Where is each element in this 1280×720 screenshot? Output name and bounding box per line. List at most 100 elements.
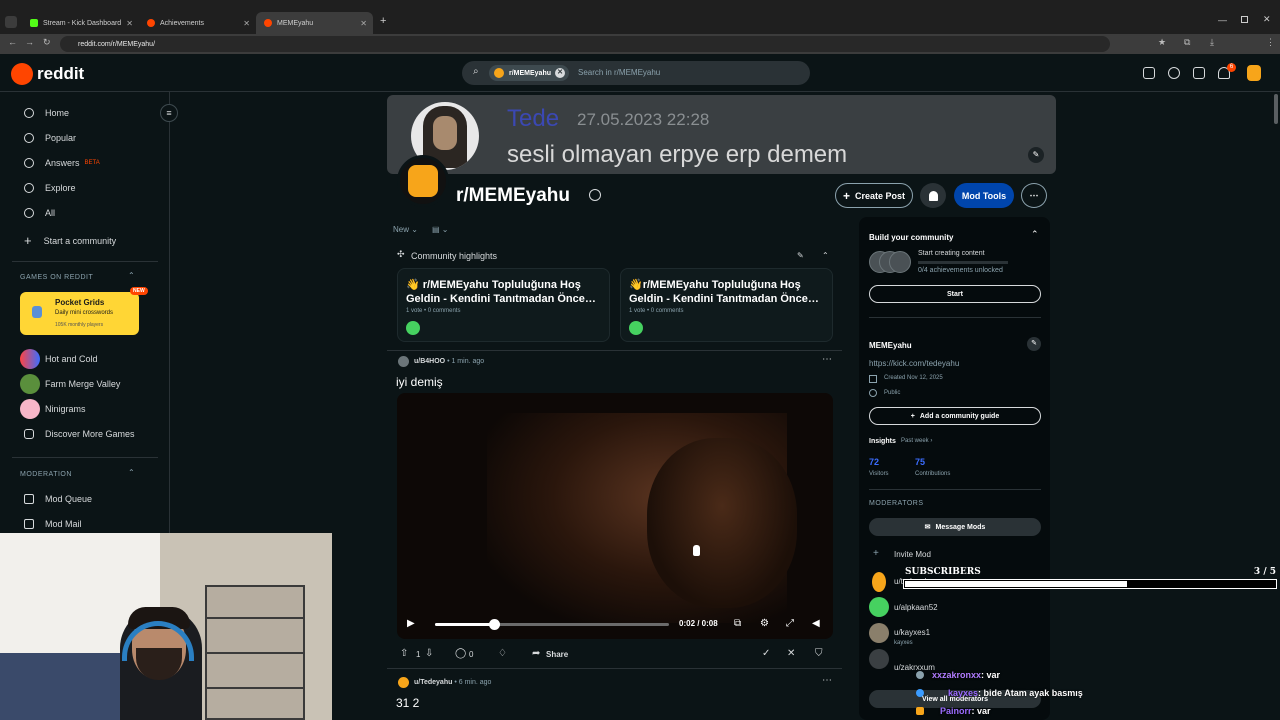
- chevron-up-icon[interactable]: ⌃: [128, 271, 135, 280]
- url-field[interactable]: reddit.com/r/MEMEyahu/: [60, 36, 1110, 52]
- sidebar-mod-mail[interactable]: Mod Mail: [24, 519, 82, 529]
- fullscreen-icon[interactable]: ⤢: [786, 618, 794, 629]
- edit-icon[interactable]: [589, 189, 601, 201]
- about-link[interactable]: https://kick.com/tedeyahu: [869, 359, 959, 368]
- insights-range[interactable]: Past week ›: [901, 438, 932, 444]
- close-window-icon[interactable]: ✕: [1263, 14, 1271, 25]
- sidebar-item-explore[interactable]: Explore: [24, 183, 76, 193]
- new-tab-icon[interactable]: +: [380, 15, 386, 27]
- clear-chip-icon[interactable]: ✕: [555, 68, 566, 78]
- post-author[interactable]: u/B4HOO: [414, 358, 445, 365]
- tab-list-button[interactable]: [5, 16, 17, 28]
- sidebar-item-label: Hot and Cold: [45, 354, 98, 364]
- invite-mod-link[interactable]: Invite Mod: [894, 550, 931, 559]
- post-options-icon[interactable]: ⋯: [822, 354, 832, 365]
- message-mods-button[interactable]: ✉ Message Mods: [869, 518, 1041, 536]
- tab-achievements[interactable]: Achievements ✕: [139, 12, 256, 34]
- captions-icon[interactable]: ⧉: [734, 618, 741, 629]
- moderator-name[interactable]: u/alpkaan52: [894, 603, 938, 612]
- home-icon: [24, 108, 34, 118]
- chat-icon[interactable]: [1168, 67, 1180, 79]
- sidebar-item-popular[interactable]: Popular: [24, 133, 76, 143]
- plus-icon: +: [24, 233, 32, 248]
- games-section-heading[interactable]: GAMES ON REDDIT: [20, 274, 93, 281]
- sort-dropdown[interactable]: New ⌄: [393, 225, 418, 234]
- highlight-card[interactable]: 👋r/MEMEyahu Topluluğuna Hoş Geldin - Ken…: [620, 268, 833, 342]
- visitors-count: 72: [869, 457, 880, 467]
- post-author[interactable]: u/Tedeyahu: [414, 679, 452, 686]
- subreddit-search-chip[interactable]: r/MEMEyahu ✕: [489, 65, 570, 81]
- start-button[interactable]: Start: [869, 285, 1041, 303]
- minimize-icon[interactable]: —: [1218, 15, 1227, 25]
- reddit-logo-icon[interactable]: [11, 63, 33, 85]
- address-bar-row: ← → ↻ reddit.com/r/MEMEyahu/ ★ ⧉ ⤓ ⋮: [0, 34, 1280, 54]
- download-icon[interactable]: ⤓: [1210, 37, 1214, 48]
- menu-icon[interactable]: ⋮: [1266, 37, 1275, 48]
- back-icon[interactable]: ←: [8, 37, 17, 47]
- edit-banner-icon[interactable]: ✎: [1028, 147, 1044, 163]
- view-dropdown[interactable]: ▤ ⌄: [432, 225, 448, 234]
- add-guide-button[interactable]: + Add a community guide: [869, 407, 1041, 425]
- video-seek-bar[interactable]: [435, 619, 669, 630]
- sidebar-mod-queue[interactable]: Mod Queue: [24, 494, 92, 504]
- chevron-up-icon[interactable]: ⌃: [1031, 229, 1039, 240]
- maximize-icon[interactable]: [1241, 16, 1248, 23]
- more-options-button[interactable]: ⋯: [1021, 183, 1047, 208]
- sidebar-game-farm-merge-valley[interactable]: Farm Merge Valley: [45, 379, 120, 389]
- extensions-icon[interactable]: ⧉: [1184, 37, 1190, 48]
- search-input[interactable]: ⌕ r/MEMEyahu ✕ Search in r/MEMEyahu: [462, 61, 810, 85]
- share-label[interactable]: Share: [546, 650, 568, 659]
- reddit-wordmark[interactable]: reddit: [37, 64, 84, 84]
- sidebar-game-hot-and-cold[interactable]: Hot and Cold: [45, 354, 98, 364]
- edit-about-icon[interactable]: ✎: [1027, 337, 1041, 351]
- close-tab-icon[interactable]: ✕: [243, 19, 250, 28]
- user-avatar[interactable]: [1247, 65, 1261, 81]
- reload-icon[interactable]: ↻: [43, 37, 51, 48]
- volume-icon[interactable]: ◀: [812, 618, 820, 629]
- collapse-sidebar-button[interactable]: ≡: [160, 104, 178, 122]
- chevron-up-icon[interactable]: ⌃: [128, 468, 135, 477]
- create-post-button[interactable]: + Create Post: [835, 183, 913, 208]
- tab-kick-dashboard[interactable]: Stream - Kick Dashboard ✕: [22, 12, 139, 34]
- highlight-card[interactable]: 👋 r/MEMEyahu Topluluğuna Hoş Geldin - Ke…: [397, 268, 610, 342]
- sidebar-item-all[interactable]: All: [24, 208, 55, 218]
- post-title[interactable]: iyi demiş: [396, 375, 443, 389]
- close-tab-icon[interactable]: ✕: [126, 19, 133, 28]
- share-icon[interactable]: ➦: [532, 648, 540, 659]
- video-seek-handle[interactable]: [488, 619, 500, 630]
- edit-highlights-icon[interactable]: ✎: [797, 251, 804, 260]
- advertise-icon[interactable]: [1143, 67, 1155, 79]
- scrollbar-thumb[interactable]: [1274, 94, 1278, 124]
- page-scrollbar[interactable]: [1272, 92, 1280, 720]
- award-icon[interactable]: ♢: [498, 648, 507, 659]
- moderator-name[interactable]: u/kayxes1: [894, 628, 930, 637]
- sidebar-game-ninigrams[interactable]: Ninigrams: [45, 404, 86, 414]
- sidebar-item-home[interactable]: Home: [24, 108, 69, 118]
- subreddit-avatar[interactable]: [397, 155, 449, 207]
- forward-icon[interactable]: →: [25, 37, 34, 47]
- comment-icon[interactable]: ◯: [455, 648, 466, 659]
- post-options-icon[interactable]: ⋯: [822, 675, 832, 686]
- approve-icon[interactable]: ✓: [762, 648, 770, 659]
- mod-shield-icon[interactable]: ⛉: [815, 648, 823, 659]
- notification-bell-button[interactable]: [920, 183, 946, 208]
- settings-icon[interactable]: ⚙: [760, 618, 769, 629]
- video-player[interactable]: ▶ 0:02 / 0:08 ⧉ ⚙ ⤢ ◀: [397, 393, 833, 639]
- upvote-icon[interactable]: ⇧: [400, 648, 408, 659]
- star-icon[interactable]: ★: [1158, 37, 1166, 48]
- tab-memeyahu[interactable]: MEMEyahu ✕: [256, 12, 373, 34]
- create-icon[interactable]: [1193, 67, 1205, 79]
- sidebar-item-start-community[interactable]: + Start a community: [24, 233, 116, 248]
- mod-tools-button[interactable]: Mod Tools: [954, 183, 1014, 208]
- sidebar-discover-games[interactable]: Discover More Games: [24, 429, 135, 439]
- downvote-icon[interactable]: ⇩: [425, 648, 433, 659]
- post-title[interactable]: 31 2: [396, 696, 419, 710]
- moderation-section-heading[interactable]: MODERATION: [20, 471, 72, 478]
- chevron-up-icon[interactable]: ⌃: [822, 251, 829, 260]
- remove-icon[interactable]: ✕: [787, 648, 795, 659]
- hot-and-cold-icon: [20, 349, 40, 369]
- sidebar-item-answers[interactable]: Answers BETA: [24, 158, 100, 168]
- pocket-grids-card[interactable]: Pocket Grids Daily mini crosswords 105K …: [20, 292, 139, 335]
- close-tab-icon[interactable]: ✕: [360, 19, 367, 28]
- play-icon[interactable]: ▶: [407, 618, 415, 629]
